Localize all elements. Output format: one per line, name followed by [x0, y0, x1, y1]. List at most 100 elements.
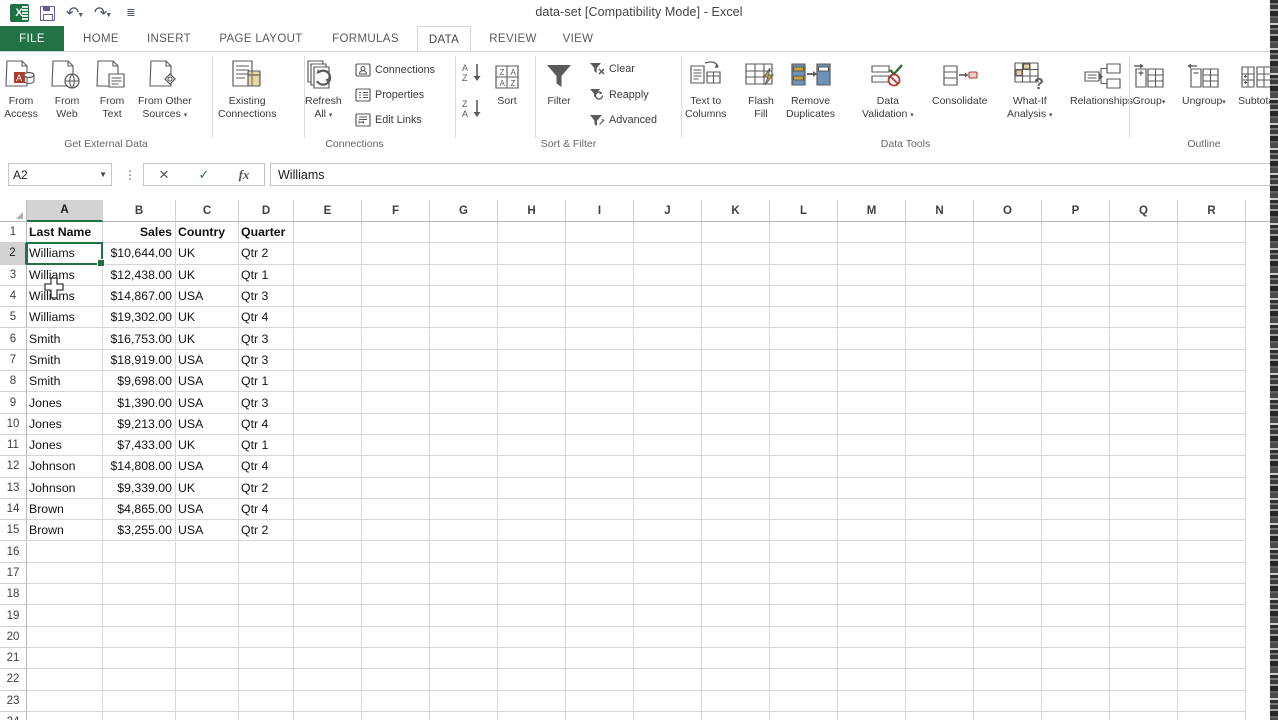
cell-I13[interactable]	[566, 477, 634, 499]
cell-Q10[interactable]	[1110, 413, 1178, 435]
cell-B13[interactable]: $9,339.00	[103, 477, 176, 499]
cell-D11[interactable]: Qtr 1	[239, 435, 294, 457]
cell-I17[interactable]	[566, 562, 634, 585]
cell-Q17[interactable]	[1110, 562, 1178, 585]
cell-G7[interactable]	[430, 349, 498, 372]
text-to-columns-button[interactable]: Text to Columns	[685, 56, 726, 120]
column-header-h[interactable]: H	[498, 200, 566, 222]
column-header-o[interactable]: O	[974, 200, 1042, 222]
cell-J20[interactable]	[634, 626, 702, 648]
cell-M2[interactable]	[838, 243, 906, 265]
column-header-k[interactable]: K	[702, 200, 770, 222]
cell-B22[interactable]	[103, 669, 176, 691]
cell-K9[interactable]	[702, 392, 770, 414]
column-header-e[interactable]: E	[294, 200, 362, 222]
row-header-18[interactable]: 18	[0, 584, 27, 606]
cell-N22[interactable]	[906, 669, 974, 691]
row-header-5[interactable]: 5	[0, 307, 27, 329]
cell-E15[interactable]	[294, 520, 362, 542]
cell-O1[interactable]	[974, 222, 1042, 244]
cell-M17[interactable]	[838, 562, 906, 585]
cell-H1[interactable]	[498, 222, 566, 244]
cell-C5[interactable]: UK	[176, 307, 239, 329]
cell-H12[interactable]	[498, 456, 566, 478]
cell-K17[interactable]	[702, 562, 770, 585]
cell-Q21[interactable]	[1110, 648, 1178, 670]
cell-F2[interactable]	[362, 243, 430, 265]
cell-I16[interactable]	[566, 541, 634, 563]
chevron-down-icon[interactable]: ▾	[910, 112, 914, 119]
cell-N10[interactable]	[906, 413, 974, 435]
cell-O18[interactable]	[974, 584, 1042, 606]
cell-I12[interactable]	[566, 456, 634, 478]
cell-P8[interactable]	[1042, 371, 1110, 393]
cell-F6[interactable]	[362, 328, 430, 350]
cell-G6[interactable]	[430, 328, 498, 350]
cell-E2[interactable]	[294, 243, 362, 265]
cell-L3[interactable]	[770, 264, 838, 286]
cell-F22[interactable]	[362, 669, 430, 691]
cell-L6[interactable]	[770, 328, 838, 350]
cell-Q14[interactable]	[1110, 498, 1178, 521]
cell-N18[interactable]	[906, 584, 974, 606]
cell-C21[interactable]	[176, 648, 239, 670]
cell-Q7[interactable]	[1110, 349, 1178, 372]
cell-H9[interactable]	[498, 392, 566, 414]
reapply-filter-button[interactable]: Reapply	[589, 87, 649, 103]
cell-I18[interactable]	[566, 584, 634, 606]
cell-A22[interactable]	[27, 669, 103, 691]
cell-R2[interactable]	[1178, 243, 1246, 265]
cell-O24[interactable]	[974, 711, 1042, 720]
cell-R23[interactable]	[1178, 690, 1246, 712]
cell-C23[interactable]	[176, 690, 239, 712]
column-header-l[interactable]: L	[770, 200, 838, 222]
cell-A4[interactable]: Williams	[27, 285, 103, 308]
name-box[interactable]: A2 ▼	[8, 163, 112, 186]
row-header-15[interactable]: 15	[0, 520, 27, 542]
row-header-7[interactable]: 7	[0, 349, 27, 372]
cell-R14[interactable]	[1178, 498, 1246, 521]
cell-A12[interactable]: Johnson	[27, 456, 103, 478]
cell-O21[interactable]	[974, 648, 1042, 670]
cell-K21[interactable]	[702, 648, 770, 670]
cell-L21[interactable]	[770, 648, 838, 670]
cell-I3[interactable]	[566, 264, 634, 286]
cell-K24[interactable]	[702, 711, 770, 720]
cell-K7[interactable]	[702, 349, 770, 372]
cell-E14[interactable]	[294, 498, 362, 521]
column-header-a[interactable]: A	[27, 200, 103, 222]
column-header-n[interactable]: N	[906, 200, 974, 222]
cell-N16[interactable]	[906, 541, 974, 563]
cell-M19[interactable]	[838, 605, 906, 627]
cell-R22[interactable]	[1178, 669, 1246, 691]
cell-M23[interactable]	[838, 690, 906, 712]
cell-B10[interactable]: $9,213.00	[103, 413, 176, 435]
row-header-8[interactable]: 8	[0, 371, 27, 393]
cell-N2[interactable]	[906, 243, 974, 265]
row-header-6[interactable]: 6	[0, 328, 27, 350]
cell-M5[interactable]	[838, 307, 906, 329]
cell-C15[interactable]: USA	[176, 520, 239, 542]
cell-D23[interactable]	[239, 690, 294, 712]
cell-M6[interactable]	[838, 328, 906, 350]
cell-F3[interactable]	[362, 264, 430, 286]
cell-K12[interactable]	[702, 456, 770, 478]
cell-C7[interactable]: USA	[176, 349, 239, 372]
cell-M10[interactable]	[838, 413, 906, 435]
cell-P23[interactable]	[1042, 690, 1110, 712]
cell-E1[interactable]	[294, 222, 362, 244]
cell-G24[interactable]	[430, 711, 498, 720]
cell-J18[interactable]	[634, 584, 702, 606]
consolidate-button[interactable]: Consolidate	[932, 56, 987, 108]
cell-R8[interactable]	[1178, 371, 1246, 393]
cell-B6[interactable]: $16,753.00	[103, 328, 176, 350]
cell-N21[interactable]	[906, 648, 974, 670]
cell-E17[interactable]	[294, 562, 362, 585]
cell-M12[interactable]	[838, 456, 906, 478]
column-header-j[interactable]: J	[634, 200, 702, 222]
cell-G22[interactable]	[430, 669, 498, 691]
cell-J17[interactable]	[634, 562, 702, 585]
cell-D9[interactable]: Qtr 3	[239, 392, 294, 414]
cell-F5[interactable]	[362, 307, 430, 329]
cell-R17[interactable]	[1178, 562, 1246, 585]
